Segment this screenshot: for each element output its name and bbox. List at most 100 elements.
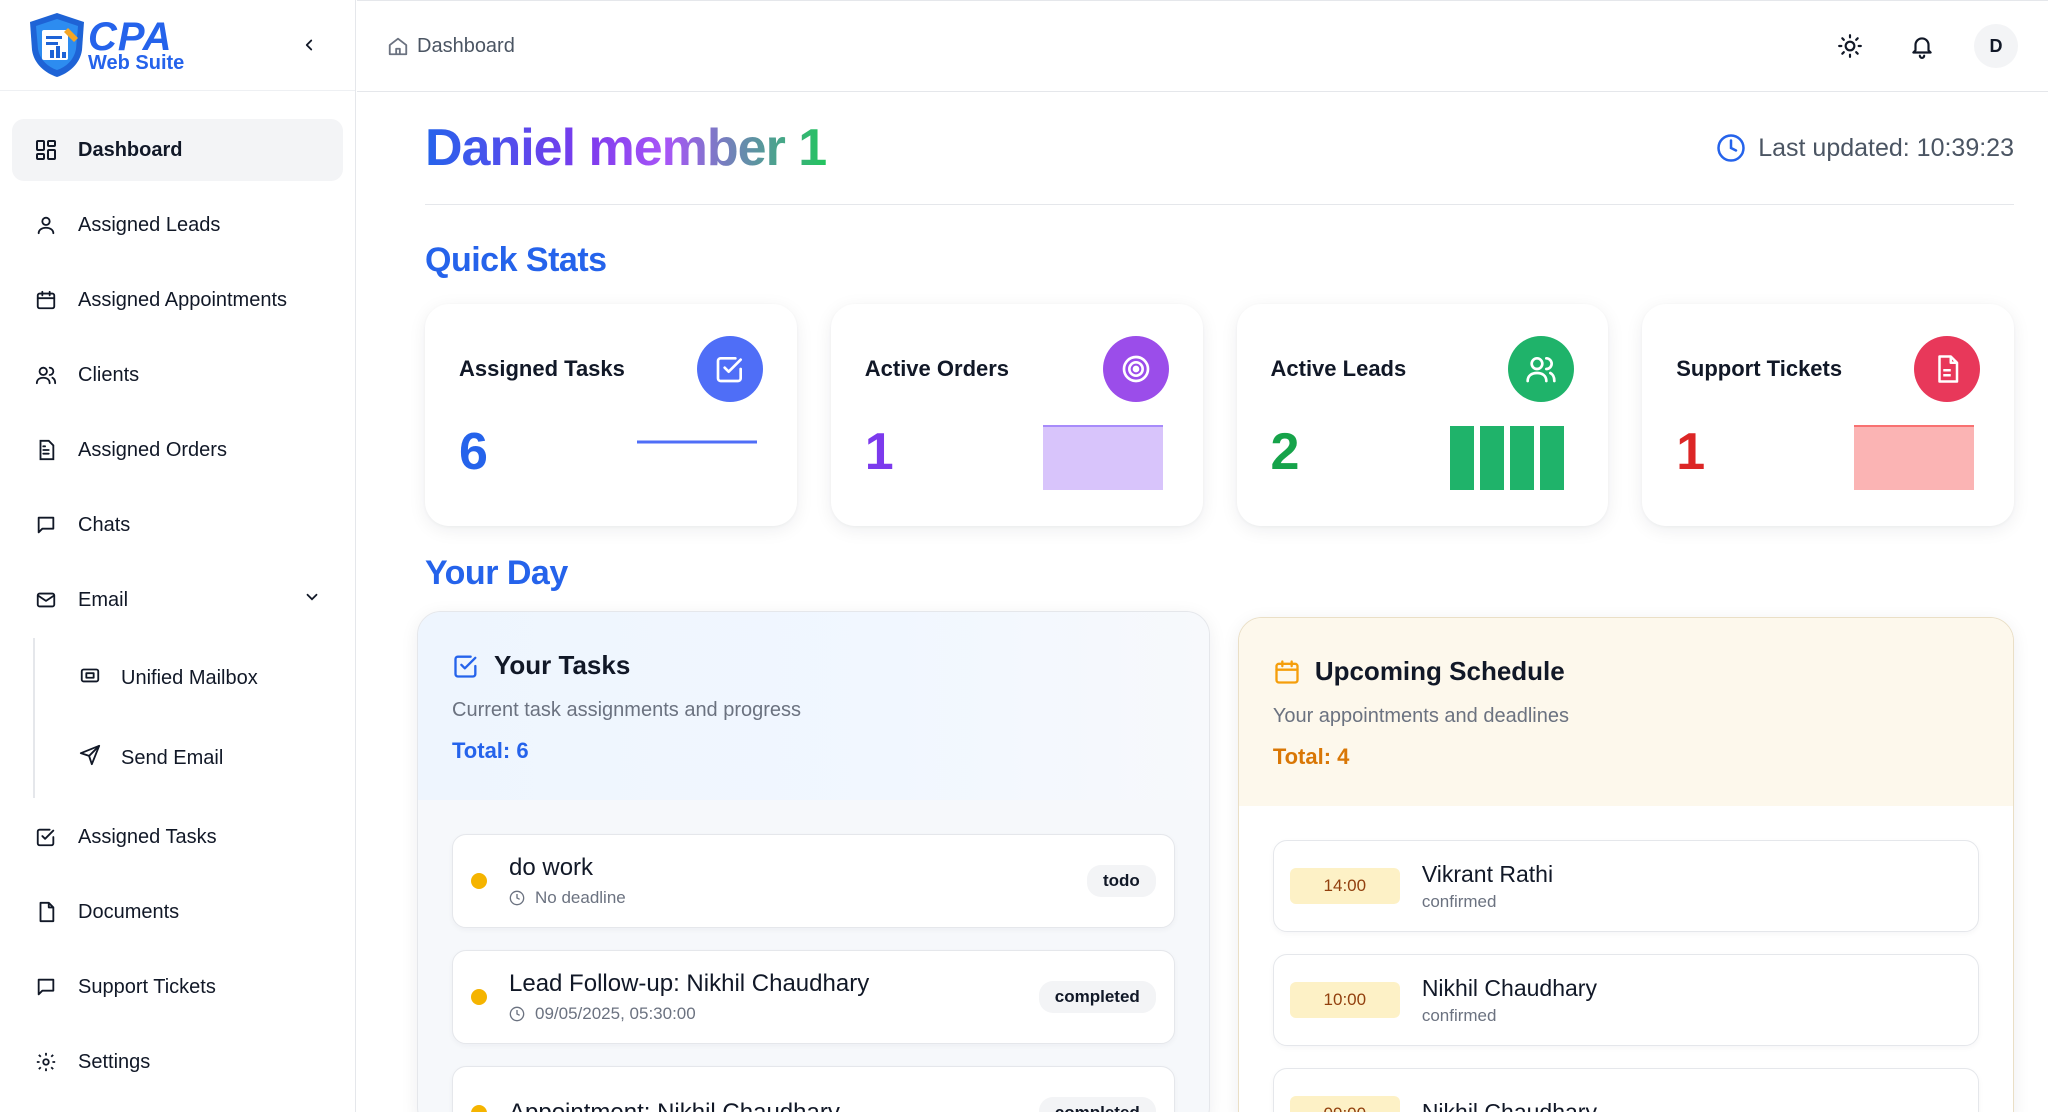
sidebar-item-label: Assigned Appointments (78, 288, 288, 311)
status-badge: completed (1038, 981, 1156, 1013)
sidebar-subitem-label: Unified Mailbox (121, 666, 258, 689)
page-title: Daniel member 1 (425, 119, 827, 177)
stat-value: 6 (459, 423, 488, 481)
task-row[interactable]: Appointment: Nikhil Chaudhary completed (452, 1066, 1175, 1112)
tasks-panel-title: Your Tasks (494, 650, 631, 680)
brand-subtitle: Web Suite (88, 52, 185, 74)
check-square-icon (696, 336, 763, 402)
sidebar-item-assigned-appointments[interactable]: Assigned Appointments (12, 269, 343, 331)
tasks-total: Total: 6 (452, 738, 529, 763)
sidebar-item-assigned-leads[interactable]: Assigned Leads (12, 194, 343, 256)
sidebar-item-email[interactable]: Email (12, 569, 343, 631)
chevron-left-icon (305, 39, 313, 51)
schedule-name: Nikhil Chaudhary (1421, 974, 1597, 1001)
sidebar-item-assigned-orders[interactable]: Assigned Orders (12, 419, 343, 481)
calendar-icon (34, 288, 58, 312)
sidebar-item-support-tickets[interactable]: Support Tickets (12, 956, 343, 1018)
file-icon (34, 438, 58, 462)
your-day: Your Tasks Current task assignments and … (417, 611, 2014, 1112)
time-badge: 10:00 (1289, 982, 1400, 1018)
sidebar-header: CPA Web Suite (0, 0, 355, 91)
breadcrumb[interactable]: Dashboard (387, 35, 515, 58)
task-deadline: 09/05/2025, 05:30:00 (535, 1004, 696, 1023)
grid-icon (34, 138, 58, 162)
sidebar-nav: Dashboard Assigned Leads Assigned Appoin… (0, 91, 355, 1093)
stat-card-active-orders[interactable]: Active Orders 1 (830, 304, 1203, 526)
sidebar-item-label: Chats (78, 513, 131, 536)
brand-name: CPA (88, 15, 173, 59)
users-icon (34, 363, 58, 387)
email-subnav: Unified Mailbox Send Email (33, 638, 355, 798)
chat-icon (34, 975, 58, 999)
stat-card-active-leads[interactable]: Active Leads 2 (1236, 304, 1609, 526)
time-badge: 14:00 (1289, 868, 1400, 904)
sidebar-item-label: Assigned Orders (78, 438, 227, 461)
sidebar-item-documents[interactable]: Documents (12, 881, 343, 943)
schedule-panel: Upcoming Schedule Your appointments and … (1237, 617, 2014, 1112)
tasks-panel: Your Tasks Current task assignments and … (417, 611, 1210, 1112)
schedule-row[interactable]: 10:00 Nikhil Chaudhary confirmed (1272, 954, 1979, 1046)
your-day-title: Your Day (425, 554, 568, 592)
sidebar-item-settings[interactable]: Settings (12, 1031, 343, 1093)
sidebar-item-label: Assigned Leads (78, 213, 221, 236)
breadcrumb-label: Dashboard (417, 34, 515, 57)
sidebar-item-clients[interactable]: Clients (12, 344, 343, 406)
sidebar-collapse-button[interactable] (295, 31, 323, 59)
sidebar-item-unified-mailbox[interactable]: Unified Mailbox (35, 638, 355, 718)
schedule-panel-title: Upcoming Schedule (1314, 656, 1565, 686)
stat-card-assigned-tasks[interactable]: Assigned Tasks 6 (425, 304, 797, 526)
sidebar-subitem-label: Send Email (121, 746, 224, 769)
sidebar-item-dashboard[interactable]: Dashboard (12, 119, 343, 181)
quick-stats: Assigned Tasks 6 Active Orders 1 Active … (425, 304, 2014, 526)
clock-icon (509, 1006, 525, 1022)
main-content: Daniel member 1 Last updated: 10:39:23 Q… (357, 92, 2048, 1112)
schedule-panel-header: Upcoming Schedule Your appointments and … (1238, 618, 2013, 806)
quick-stats-title: Quick Stats (425, 241, 607, 279)
schedule-name: Nikhil Chaudhary (1421, 1098, 1597, 1112)
schedule-row[interactable]: 14:00 Vikrant Rathi confirmed (1272, 840, 1979, 932)
sidebar-item-send-email[interactable]: Send Email (35, 718, 355, 798)
top-actions: D (1830, 24, 2018, 68)
topbar: Dashboard D (357, 0, 2048, 92)
app-root: CPA Web Suite Dashboard Assigned Leads A… (0, 0, 2048, 1112)
task-title: Appointment: Nikhil Chaudhary (509, 1099, 1039, 1112)
sidebar-item-label: Assigned Tasks (78, 825, 217, 848)
last-updated-text: Last updated: 10:39:23 (1758, 133, 2014, 162)
sidebar-item-label: Settings (78, 1050, 151, 1073)
schedule-status: confirmed (1421, 1005, 1497, 1025)
theme-toggle-button[interactable] (1830, 26, 1870, 66)
last-updated: Last updated: 10:39:23 (1716, 133, 2014, 163)
check-square-icon (454, 655, 477, 678)
sidebar-item-assigned-tasks[interactable]: Assigned Tasks (12, 806, 343, 868)
user-avatar[interactable]: D (1974, 24, 2018, 68)
tasks-panel-header: Your Tasks Current task assignments and … (418, 612, 1209, 800)
brand-logo[interactable]: CPA Web Suite (24, 10, 184, 80)
sidebar: CPA Web Suite Dashboard Assigned Leads A… (0, 0, 356, 1112)
document-icon (1914, 336, 1980, 402)
stat-value: 1 (864, 423, 894, 481)
schedule-panel-description: Your appointments and deadlines (1272, 705, 1569, 727)
task-row[interactable]: Lead Follow-up: Nikhil Chaudhary 09/05/2… (452, 950, 1175, 1044)
clock-icon (1717, 134, 1745, 162)
stat-value: 2 (1270, 423, 1300, 481)
sidebar-item-chats[interactable]: Chats (12, 494, 343, 556)
stat-area (1854, 425, 1974, 490)
stat-card-support-tickets[interactable]: Support Tickets 1 (1642, 304, 2014, 526)
chevron-down-icon[interactable] (303, 588, 321, 612)
shield-logo-icon (30, 13, 84, 77)
schedule-list: 14:00 Vikrant Rathi confirmed 10:00 Nikh… (1239, 806, 2013, 1112)
home-icon (388, 37, 408, 56)
task-row[interactable]: do work No deadline todo (452, 834, 1175, 928)
task-deadline: No deadline (535, 888, 626, 907)
task-title: do work (509, 854, 594, 881)
schedule-row[interactable]: 09:00 Nikhil Chaudhary (1272, 1068, 1979, 1112)
schedule-total: Total: 4 (1272, 744, 1350, 769)
bell-icon (1912, 37, 1932, 59)
task-list: do work No deadline todo Lead Follow-up:… (418, 800, 1209, 1112)
notifications-button[interactable] (1902, 26, 1942, 66)
stat-value: 1 (1676, 423, 1706, 481)
send-icon (79, 744, 101, 772)
time-badge: 09:00 (1289, 1096, 1400, 1112)
status-dot (471, 873, 487, 889)
stat-bars (1450, 426, 1565, 490)
